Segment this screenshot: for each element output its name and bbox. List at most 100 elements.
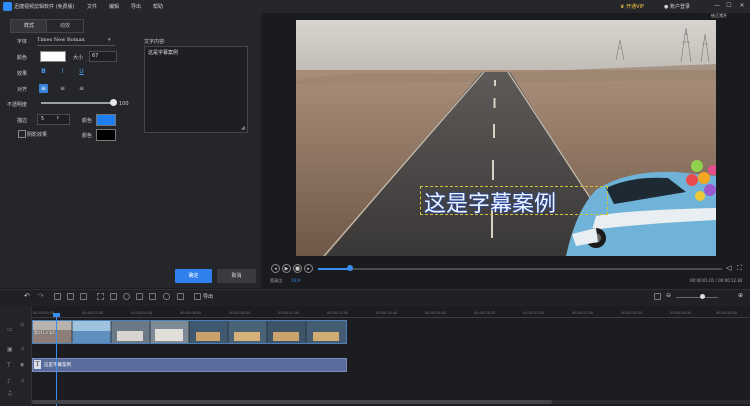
delete-icon[interactable]: [67, 293, 74, 300]
text-color-swatch[interactable]: [40, 51, 66, 62]
freeze-frame-icon[interactable]: [177, 293, 184, 300]
volume-icon[interactable]: ◁: [726, 264, 731, 272]
ruler-tick: 00:00:28.00: [716, 311, 738, 315]
desert-road-image: [296, 20, 716, 256]
tab-animation[interactable]: 动效: [46, 19, 84, 33]
opacity-value: 100: [119, 101, 129, 107]
lock-icon[interactable]: ⊙: [20, 322, 24, 328]
video-clip-label: 素材1.mp4: [34, 330, 55, 335]
opacity-slider-handle[interactable]: [110, 99, 117, 106]
size-stepper[interactable]: 67: [89, 51, 117, 62]
stop-icon[interactable]: ■: [293, 264, 302, 273]
opacity-label: 不透明度: [7, 102, 28, 108]
playback-progress-fill: [318, 268, 351, 270]
ruler-tick: 00:00:22.00: [572, 311, 594, 315]
shadow-color-label: 颜色: [82, 133, 93, 139]
edit-icon[interactable]: [54, 293, 61, 300]
opacity-slider-fill: [41, 102, 114, 104]
account-login-button[interactable]: ● 账户登录: [664, 3, 690, 10]
stepper-arrows-icon[interactable]: ⇕: [56, 115, 59, 120]
ruler-tick: 00:00:10.00: [278, 311, 300, 315]
align-right-button[interactable]: ≡: [77, 84, 86, 93]
forward-icon[interactable]: ▸: [304, 264, 313, 273]
menu-edit[interactable]: 编辑: [109, 3, 119, 10]
bold-button[interactable]: B: [39, 67, 48, 76]
track-headers: [0, 306, 32, 406]
play-icon[interactable]: ▶: [282, 264, 291, 273]
shadow-label: 阴影效果: [27, 132, 48, 138]
menu-help[interactable]: 帮助: [153, 3, 163, 10]
ruler-tick: 00:00:04.00: [131, 311, 153, 315]
subtitle-clip-label: 这是字幕案例: [44, 363, 71, 368]
subtitle-overlay[interactable]: 这是字幕案例: [424, 186, 556, 218]
mute-icon[interactable]: ◁: [20, 346, 24, 352]
split-icon[interactable]: [110, 293, 117, 300]
timeline-zoom-track[interactable]: [676, 297, 718, 298]
ruler-tick: 00:00:08.00: [229, 311, 251, 315]
fit-timeline-icon[interactable]: [654, 293, 661, 300]
text-content-label: 文字内容:: [144, 39, 166, 45]
italic-button[interactable]: I: [58, 67, 67, 76]
text-track-icon: T: [7, 362, 11, 369]
screenshot-icon[interactable]: [149, 293, 156, 300]
video-track-icon: ▭: [7, 326, 13, 333]
vip-button[interactable]: ♛ 开通VIP: [620, 3, 644, 10]
aspect-ratio-select[interactable]: 16:9: [291, 278, 300, 283]
timeline-ruler[interactable]: [32, 317, 750, 318]
app-title: 迅捷视频剪辑软件 (免费版): [14, 4, 75, 10]
align-label: 对齐: [17, 87, 28, 93]
redo-icon[interactable]: ↷: [38, 292, 44, 300]
export-button[interactable]: 导出: [203, 293, 213, 300]
ruler-tick: 00:00:26.00: [670, 311, 692, 315]
track-mute-icon[interactable]: ◁: [20, 378, 24, 384]
crop-icon[interactable]: [97, 293, 104, 300]
zoom-in-icon[interactable]: ⊕: [738, 292, 743, 299]
playback-progress-track[interactable]: [318, 268, 722, 270]
visibility-icon[interactable]: ◉: [20, 362, 24, 368]
stroke-color-label: 颜色: [82, 118, 93, 124]
video-clip[interactable]: [32, 320, 347, 344]
ruler-tick: 00:00:06.00: [180, 311, 202, 315]
confirm-button[interactable]: 确定: [175, 269, 212, 283]
font-select[interactable]: Times New Roman: [37, 37, 115, 46]
crown-icon: ♛: [620, 4, 625, 10]
maximize-icon[interactable]: ☐: [724, 2, 734, 9]
underline-button[interactable]: U: [77, 67, 86, 76]
rewind-icon[interactable]: ◂: [271, 264, 280, 273]
microphone-icon[interactable]: [163, 293, 170, 300]
menu-file[interactable]: 文件: [87, 3, 97, 10]
fullscreen-icon[interactable]: ⛶: [737, 264, 742, 273]
minimize-icon[interactable]: —: [712, 2, 722, 9]
speed-icon[interactable]: [123, 293, 130, 300]
ruler-tick: 00:00:02.00: [82, 311, 104, 315]
align-center-button[interactable]: ≡: [58, 84, 67, 93]
music-track-icon: ♪: [7, 378, 11, 385]
export-icon[interactable]: [194, 293, 201, 300]
stroke-stepper[interactable]: 5: [37, 114, 70, 125]
timeline-scrollbar-thumb[interactable]: [32, 400, 552, 404]
rotate-icon[interactable]: [136, 293, 143, 300]
timeline-zoom-handle[interactable]: [700, 294, 705, 299]
align-left-button[interactable]: ≡: [39, 84, 48, 93]
cancel-button[interactable]: 取消: [217, 269, 256, 283]
zoom-out-icon[interactable]: ⊖: [666, 292, 671, 299]
video-preview[interactable]: [296, 20, 716, 256]
menu-export[interactable]: 导出: [131, 3, 141, 10]
shadow-checkbox[interactable]: [18, 130, 26, 138]
vip-label: 开通VIP: [626, 4, 644, 10]
audio-track-icon: ▣: [7, 346, 13, 353]
undo-icon[interactable]: ↶: [24, 292, 30, 300]
chevron-down-icon[interactable]: ▾: [108, 37, 111, 43]
close-icon[interactable]: ✕: [737, 2, 747, 9]
color-label: 颜色: [17, 55, 28, 61]
subtitle-clip[interactable]: [32, 358, 347, 372]
resize-grip-icon[interactable]: ◢: [241, 125, 245, 131]
text-content-input[interactable]: 这是字幕案例: [144, 46, 248, 133]
playhead[interactable]: [56, 314, 57, 406]
shadow-color-swatch[interactable]: [96, 129, 116, 141]
user-icon: ●: [664, 4, 669, 10]
stroke-color-swatch[interactable]: [96, 114, 116, 126]
tab-style[interactable]: 样式: [10, 19, 48, 33]
trash-icon[interactable]: [80, 293, 87, 300]
text-icon: T: [34, 360, 41, 369]
